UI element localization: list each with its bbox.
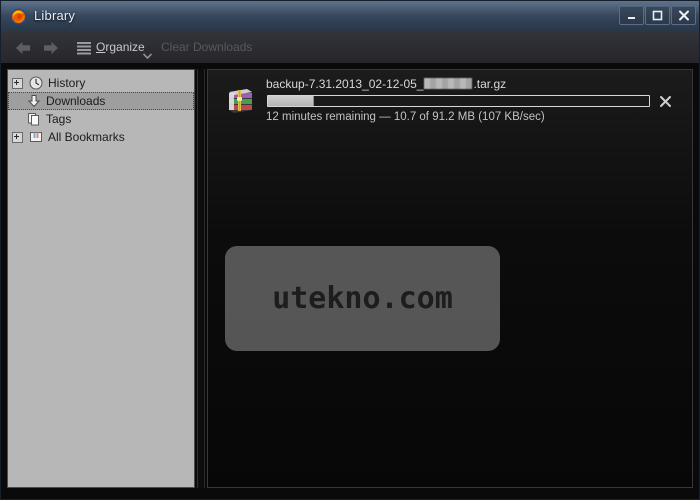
organize-icon (77, 41, 91, 55)
download-progress-bar (267, 95, 650, 107)
expand-toggle-icon[interactable] (12, 131, 23, 143)
sidebar-item-all-bookmarks[interactable]: All Bookmarks (8, 128, 194, 146)
close-button[interactable] (671, 5, 696, 25)
forward-button[interactable] (42, 40, 60, 56)
sidebar-item-label: Downloads (46, 94, 106, 108)
download-status: 12 minutes remaining — 10.7 of 91.2 MB (… (266, 111, 545, 123)
chevron-down-icon[interactable] (142, 46, 153, 60)
download-progress-fill (268, 96, 314, 106)
watermark-badge: utekno.com (225, 246, 500, 351)
sidebar-tree[interactable]: History Downloads Tags All Bookmarks (7, 69, 195, 488)
sidebar-splitter[interactable] (197, 69, 205, 488)
download-icon (26, 94, 41, 109)
sidebar-item-downloads[interactable]: Downloads (8, 92, 194, 110)
downloads-list[interactable]: backup-7.31.2013_02-12-05_ .tar.gz 12 min… (207, 69, 693, 488)
cancel-download-button[interactable] (658, 94, 673, 109)
filename-prefix: backup-7.31.2013_02-12-05_ (266, 77, 424, 91)
maximize-button[interactable] (645, 5, 670, 25)
back-button[interactable] (14, 40, 32, 56)
toolbar: Organize Clear Downloads Search Download… (1, 32, 699, 90)
download-filename: backup-7.31.2013_02-12-05_ .tar.gz (266, 77, 506, 91)
watermark-text: utekno.com (272, 281, 453, 316)
library-window: Library Organize Clear Downloads History… (0, 0, 700, 500)
sidebar-item-label: Tags (46, 112, 72, 126)
organize-button[interactable]: Organize (96, 40, 145, 54)
clock-icon (28, 76, 43, 91)
window-title: Library (34, 8, 76, 23)
organize-label-rest: rganize (105, 40, 145, 54)
library-body: History Downloads Tags All Bookmarks bac… (1, 63, 699, 499)
titlebar-gloss (1, 1, 699, 15)
sidebar-item-label: History (48, 76, 86, 90)
expand-toggle-icon[interactable] (12, 77, 23, 89)
window-controls (619, 5, 696, 25)
download-item[interactable]: backup-7.31.2013_02-12-05_ .tar.gz 12 min… (208, 70, 692, 130)
redacted-block (424, 78, 473, 89)
bookmarks-icon (28, 130, 43, 145)
tags-icon (26, 112, 41, 127)
clear-downloads-button[interactable]: Clear Downloads (161, 40, 252, 54)
minimize-button[interactable] (619, 5, 644, 25)
sidebar-item-label: All Bookmarks (48, 130, 125, 144)
organize-accesskey: O (96, 40, 106, 54)
sidebar-item-tags[interactable]: Tags (8, 110, 194, 128)
archive-winrar-icon (224, 84, 256, 116)
filename-suffix: .tar.gz (473, 77, 507, 91)
firefox-icon (10, 8, 27, 25)
titlebar[interactable]: Library (1, 1, 699, 32)
sidebar-item-history[interactable]: History (8, 74, 194, 92)
